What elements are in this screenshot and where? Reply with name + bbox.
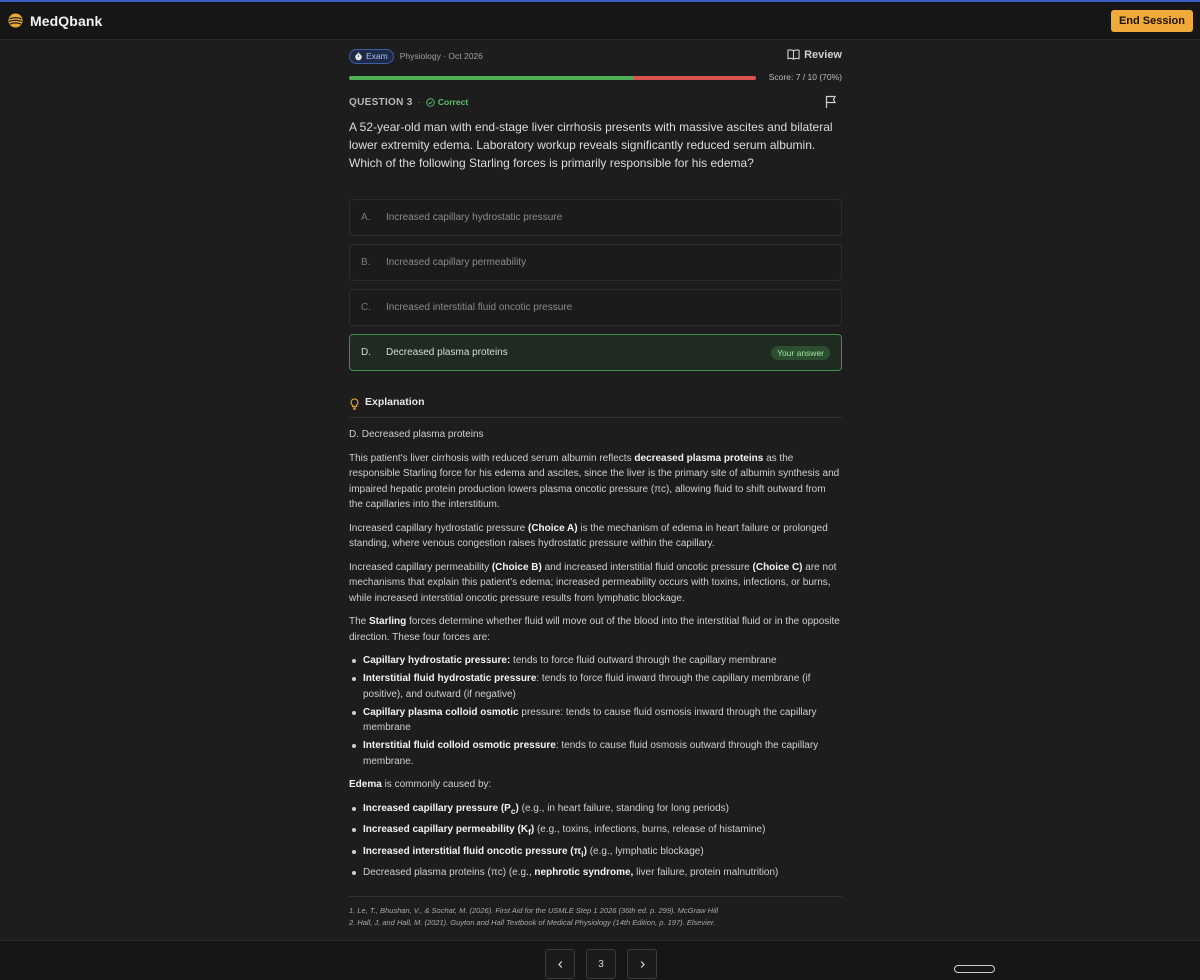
list-item: Increased capillary pressure (Pc) (e.g.,… (349, 801, 842, 820)
choice-c[interactable]: C. Increased interstitial fluid oncotic … (349, 289, 842, 326)
list-item: Increased capillary permeability (Kf) (e… (349, 822, 842, 841)
choice-text: Increased interstitial fluid oncotic pre… (386, 302, 573, 313)
question-stem: A 52-year-old man with end-stage liver c… (349, 120, 833, 170)
chevron-right-icon (640, 960, 645, 968)
mode-badge-label: Exam (366, 51, 388, 61)
reference-item: 2. Hall, J, and Hall, M. (2021). Guyton … (349, 918, 716, 927)
logo-icon (8, 13, 23, 28)
list-item: Increased interstitial fluid oncotic pre… (349, 844, 842, 863)
chevron-left-icon (557, 960, 562, 968)
choice-letter: A. (361, 212, 371, 223)
choice-d[interactable]: D. Decreased plasma proteins Your answer (349, 334, 842, 371)
previous-question-button[interactable] (545, 949, 575, 979)
explanation-body: D. Decreased plasma proteins This patien… (349, 427, 842, 889)
reference-item: 1. Le, T., Bhushan, V., & Sochat, M. (20… (349, 906, 719, 915)
book-icon (787, 49, 800, 60)
choice-a[interactable]: A. Increased capillary hydrostatic press… (349, 199, 842, 236)
starling-forces-list: Capillary hydrostatic pressure: tends to… (349, 653, 842, 769)
explanation-paragraph-4: The Starling forces determine whether fl… (349, 616, 840, 643)
review-button[interactable]: Review (787, 48, 842, 61)
explanation-paragraph-3: Increased capillary permeability (Choice… (349, 561, 837, 604)
next-question-button[interactable] (627, 949, 657, 979)
choice-text: Increased capillary permeability (386, 257, 527, 268)
choice-letter: C. (361, 302, 371, 313)
explanation-answer: D. Decreased plasma proteins (349, 429, 484, 440)
pagination-bar: 3 (0, 940, 1200, 980)
choice-letter: D. (361, 347, 371, 358)
app-header: MedQbank End Session (0, 2, 1200, 40)
question-separator: · (417, 96, 421, 108)
question-header: QUESTION 3 · Correct (349, 95, 842, 109)
list-item: Decreased plasma proteins (πc) (e.g., ne… (349, 865, 842, 881)
mode-badge: Exam (349, 48, 394, 64)
question-number: QUESTION 3 (349, 96, 413, 108)
list-item: Interstitial fluid colloid osmotic press… (349, 738, 842, 769)
session-subject-date: Physiology · Oct 2026 (399, 51, 483, 61)
status-label: Correct (437, 97, 469, 107)
explanation-header: Explanation (349, 396, 842, 418)
list-item: Capillary hydrostatic pressure: tends to… (349, 653, 842, 669)
edema-intro: Edema is commonly caused by: (349, 779, 492, 790)
current-page-indicator[interactable]: 3 (586, 949, 616, 979)
app-name: MedQbank (30, 12, 103, 29)
lightbulb-icon (350, 398, 359, 410)
flag-icon[interactable] (824, 95, 838, 109)
explanation-paragraph-1: This patient's liver cirrhosis with redu… (349, 452, 840, 511)
progress-incorrect-fill (633, 76, 756, 80)
your-answer-badge: Your answer (771, 345, 830, 360)
progress-correct-fill (349, 76, 634, 80)
scroll-indicator[interactable] (954, 965, 995, 973)
brand[interactable]: MedQbank (8, 13, 102, 29)
references: 1. Le, T., Bhushan, V., & Sochat, M. (20… (349, 896, 842, 929)
progress-bar (349, 76, 756, 80)
choice-letter: B. (361, 257, 371, 268)
list-item: Interstitial fluid hydrostatic pressure:… (349, 671, 842, 702)
answer-choices: A. Increased capillary hydrostatic press… (349, 199, 842, 379)
end-session-button[interactable]: End Session (1110, 9, 1193, 32)
choice-b[interactable]: B. Increased capillary permeability (349, 244, 842, 281)
list-item: Capillary plasma colloid osmotic pressur… (349, 705, 842, 736)
choice-text: Decreased plasma proteins (386, 347, 508, 358)
explanation-paragraph-2: Increased capillary hydrostatic pressure… (349, 522, 828, 550)
choice-text: Increased capillary hydrostatic pressure (386, 212, 563, 223)
correct-status: Correct (426, 97, 468, 107)
session-meta: Exam Physiology · Oct 2026 Review (349, 48, 842, 64)
timer-icon (355, 52, 362, 60)
explanation-title: Explanation (365, 396, 425, 408)
edema-causes-list: Increased capillary pressure (Pc) (e.g.,… (349, 801, 842, 881)
review-label: Review (804, 48, 842, 61)
score-progress: Score: 7 / 10 (70%) (349, 72, 842, 84)
score-text: Score: 7 / 10 (70%) (768, 72, 842, 82)
check-circle-icon (426, 97, 435, 107)
